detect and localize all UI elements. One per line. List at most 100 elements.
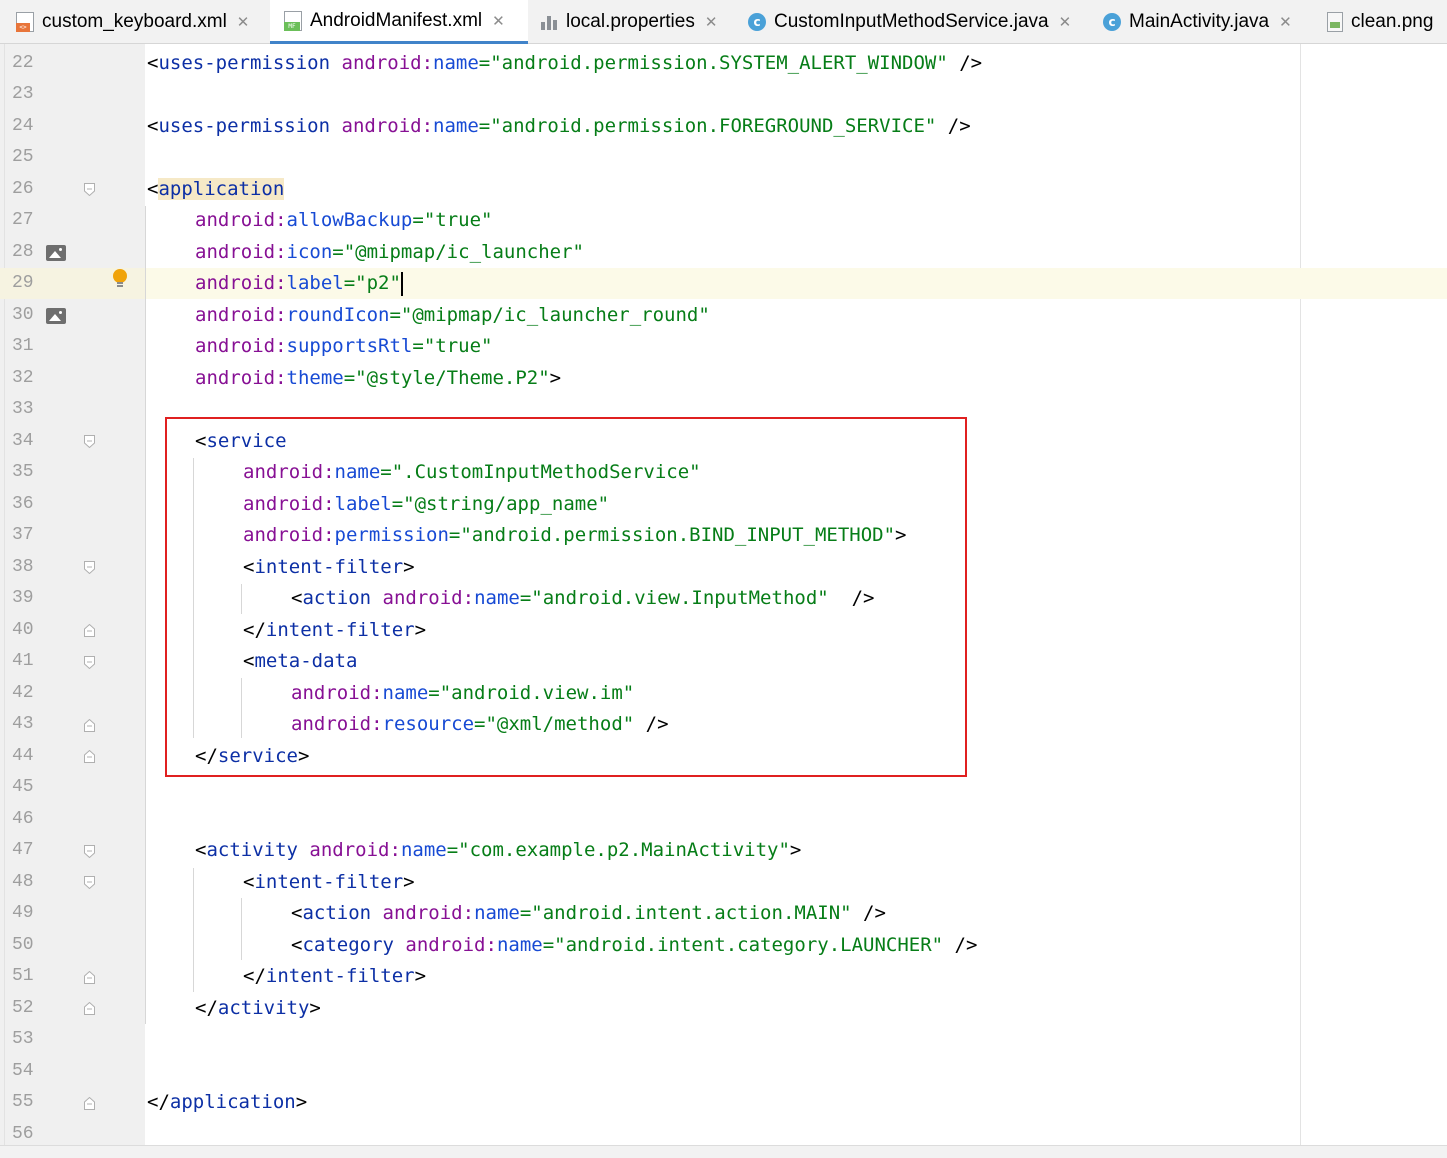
close-icon[interactable]: ✕	[237, 13, 250, 31]
equals: =	[343, 272, 356, 294]
fold-open-icon[interactable]	[84, 656, 95, 669]
punct: />	[943, 934, 978, 956]
close-icon[interactable]: ✕	[705, 13, 718, 31]
equals: =	[478, 115, 491, 137]
attribute-name: allowBackup	[286, 209, 413, 231]
line-number: 51	[12, 966, 34, 986]
tag-name: application	[158, 178, 285, 200]
line-number: 53	[12, 1029, 34, 1049]
tab-label: CustomInputMethodService.java	[774, 11, 1049, 32]
tab-clean-png[interactable]: clean.png	[1327, 0, 1447, 44]
line-number: 25	[12, 147, 34, 167]
fold-close-icon[interactable]	[84, 624, 95, 637]
namespace: android:	[195, 367, 287, 389]
code-line: <uses-permission android:name="android.p…	[147, 111, 971, 142]
fold-open-icon[interactable]	[84, 435, 95, 448]
punct: <	[243, 871, 255, 893]
punct: <	[147, 52, 159, 74]
tab-android-manifest-xml[interactable]: MF AndroidManifest.xml ✕	[270, 0, 528, 44]
fold-close-icon[interactable]	[84, 750, 95, 763]
line-number: 34	[12, 431, 34, 451]
tab-local-properties[interactable]: local.properties ✕	[540, 0, 736, 44]
close-icon[interactable]: ✕	[1279, 13, 1292, 31]
line-number: 52	[12, 998, 34, 1018]
attribute-value: "android.permission.FOREGROUND_SERVICE"	[490, 115, 937, 137]
tag-name: uses-permission	[158, 115, 331, 137]
properties-file-icon	[540, 12, 558, 32]
fold-open-icon[interactable]	[84, 183, 95, 196]
attribute-name: roundIcon	[286, 304, 390, 326]
close-icon[interactable]: ✕	[492, 12, 505, 30]
punct: </	[195, 997, 218, 1019]
fold-open-icon[interactable]	[84, 876, 95, 889]
tab-main-activity-java[interactable]: c MainActivity.java ✕	[1103, 0, 1313, 44]
line-number: 54	[12, 1061, 34, 1081]
namespace: android:	[195, 304, 287, 326]
tag-name: action	[302, 902, 372, 924]
equals: =	[412, 209, 424, 231]
line-number: 22	[12, 53, 34, 73]
code-line: android:supportsRtl="true"	[195, 331, 492, 362]
tab-custom-keyboard-xml[interactable]: <> custom_keyboard.xml ✕	[16, 0, 270, 44]
attribute-value: "android.permission.SYSTEM_ALERT_WINDOW"	[490, 52, 948, 74]
line-number: 46	[12, 809, 34, 829]
line-number: 37	[12, 525, 34, 545]
fold-close-icon[interactable]	[84, 719, 95, 732]
fold-close-icon[interactable]	[84, 1002, 95, 1015]
namespace: android:	[195, 335, 287, 357]
code-line: android:roundIcon="@mipmap/ic_launcher_r…	[195, 300, 710, 331]
tag-name: uses-permission	[158, 52, 331, 74]
line-number: 27	[12, 210, 34, 230]
attribute-value: "android.intent.action.MAIN"	[531, 902, 852, 924]
code-line: </application>	[147, 1087, 307, 1118]
tab-custom-input-method-service-java[interactable]: c CustomInputMethodService.java ✕	[748, 0, 1090, 44]
code-line: </activity>	[195, 993, 321, 1024]
punct: >	[789, 839, 802, 861]
punct: </	[243, 965, 266, 987]
tag-name: intent-filter	[254, 871, 404, 893]
image-file-icon	[1327, 12, 1343, 32]
namespace: android:	[309, 839, 401, 861]
attribute-name: theme	[286, 367, 344, 389]
code-line: </intent-filter>	[243, 961, 426, 992]
attribute-name: name	[400, 839, 447, 861]
line-number: 35	[12, 462, 34, 482]
attribute-value: "@mipmap/ic_launcher_round"	[400, 304, 710, 326]
line-number: 30	[12, 305, 34, 325]
equals: =	[446, 839, 459, 861]
line-number: 26	[12, 179, 34, 199]
punct: >	[549, 367, 562, 389]
indent-guide	[241, 898, 242, 960]
line-number: 43	[12, 714, 34, 734]
fold-close-icon[interactable]	[84, 1097, 95, 1110]
tag-name: intent-filter	[265, 965, 415, 987]
namespace: android:	[341, 115, 434, 137]
tag-name: application	[169, 1091, 296, 1113]
punct: <	[195, 839, 207, 861]
attribute-value: "true"	[423, 209, 493, 231]
tag-name: activity	[206, 839, 298, 861]
tag-name: activity	[217, 997, 310, 1019]
line-number: 40	[12, 620, 34, 640]
line-number: 23	[12, 84, 34, 104]
equals: =	[478, 52, 491, 74]
fold-close-icon[interactable]	[84, 971, 95, 984]
tab-label: custom_keyboard.xml	[42, 11, 227, 32]
image-preview-icon[interactable]	[46, 308, 66, 324]
image-preview-icon[interactable]	[46, 245, 66, 261]
highlight-box	[165, 417, 967, 777]
fold-open-icon[interactable]	[84, 561, 95, 574]
editor-bottom-strip	[0, 1145, 1447, 1158]
text-caret	[400, 271, 403, 296]
lightbulb-icon[interactable]	[111, 268, 129, 290]
attribute-name: supportsRtl	[286, 335, 413, 357]
punct: />	[851, 902, 886, 924]
code-line: android:allowBackup="true"	[195, 205, 492, 236]
fold-open-icon[interactable]	[84, 845, 95, 858]
line-number: 28	[12, 242, 34, 262]
close-icon[interactable]: ✕	[1059, 13, 1072, 31]
editor-tab-bar: <> custom_keyboard.xml ✕ MF AndroidManif…	[0, 0, 1447, 44]
namespace: android:	[382, 902, 475, 924]
punct: />	[936, 115, 971, 137]
attribute-value: "p2"	[355, 272, 401, 294]
